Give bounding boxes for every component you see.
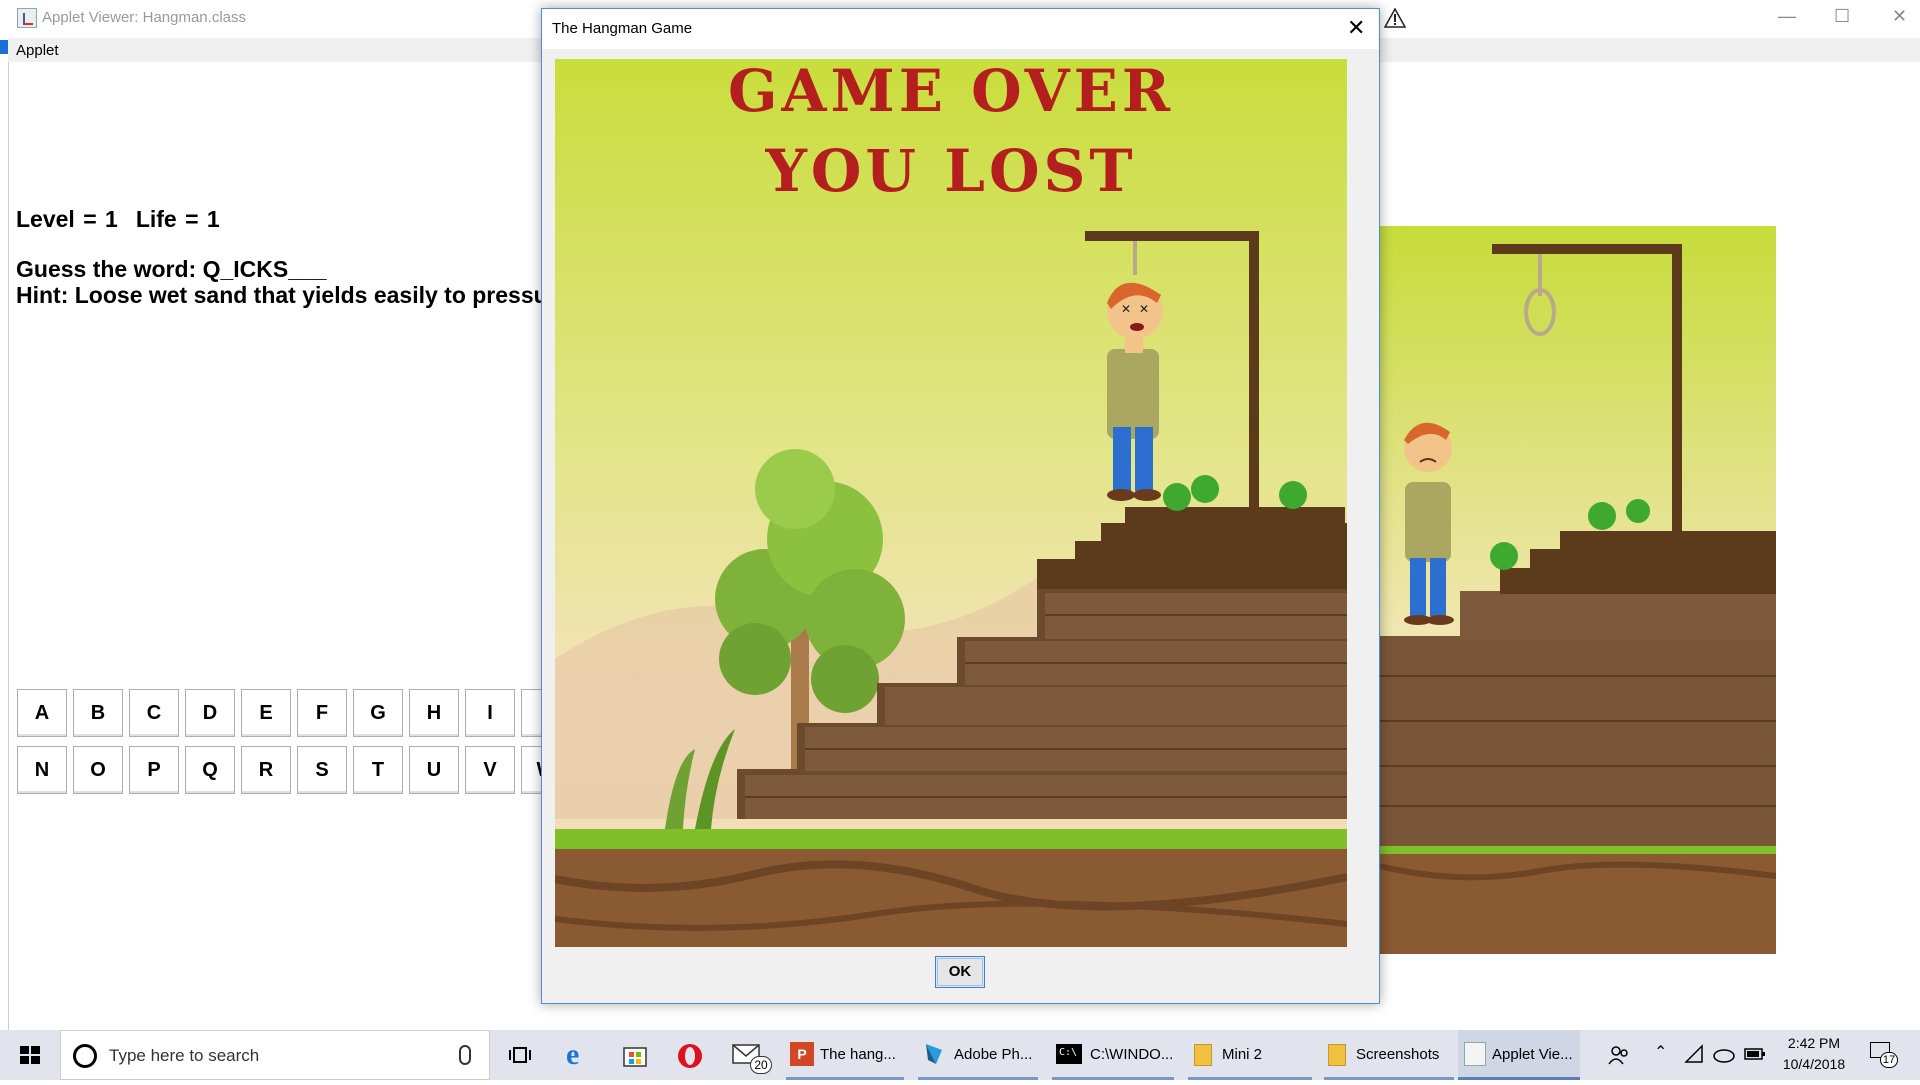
taskbar-app-mini2[interactable]: Mini 2 xyxy=(1188,1030,1312,1080)
taskbar-app-photoshop[interactable]: Adobe Ph... xyxy=(918,1030,1038,1080)
windows-logo-icon xyxy=(20,1046,40,1064)
folder-icon xyxy=(1194,1044,1212,1066)
key-s[interactable]: S xyxy=(297,746,347,794)
onedrive-cloud-icon[interactable] xyxy=(1712,1044,1736,1064)
key-c[interactable]: C xyxy=(129,689,179,737)
search-placeholder: Type here to search xyxy=(109,1046,260,1065)
store-icon[interactable] xyxy=(622,1042,648,1068)
action-center-button[interactable]: 17 xyxy=(1870,1042,1898,1068)
taskbar-app-powerpoint[interactable]: P The hang... xyxy=(786,1030,904,1080)
ok-button[interactable]: OK xyxy=(935,956,985,988)
edge-browser-icon[interactable]: e xyxy=(566,1038,579,1072)
applet-border xyxy=(8,62,9,1030)
notification-count: 17 xyxy=(1880,1052,1898,1068)
taskbar-app-label: Screenshots xyxy=(1356,1046,1440,1063)
key-d[interactable]: D xyxy=(185,689,235,737)
start-button[interactable] xyxy=(0,1030,60,1080)
taskbar-search-box[interactable]: Type here to search xyxy=(60,1030,490,1080)
microphone-icon[interactable] xyxy=(459,1045,471,1065)
key-q[interactable]: Q xyxy=(185,746,235,794)
key-v[interactable]: V xyxy=(465,746,515,794)
key-b[interactable]: B xyxy=(73,689,123,737)
key-t[interactable]: T xyxy=(353,746,403,794)
window-edge-marker xyxy=(0,40,8,54)
warning-icon xyxy=(1384,8,1406,28)
taskbar-app-label: C:\WINDO... xyxy=(1090,1046,1174,1063)
close-button[interactable]: ✕ xyxy=(1892,6,1907,27)
key-h[interactable]: H xyxy=(409,689,459,737)
life-label: Life = 1 xyxy=(135,206,220,232)
key-g[interactable]: G xyxy=(353,689,403,737)
powerpoint-icon: P xyxy=(790,1042,814,1066)
cortana-icon xyxy=(73,1044,97,1068)
you-lost-message: YOU LOST xyxy=(764,137,1136,205)
taskbar-app-label: Mini 2 xyxy=(1222,1046,1263,1063)
guess-word-label: Guess the word: Q_ICKS___ xyxy=(16,256,327,282)
dialog-titlebar[interactable]: The Hangman Game ✕ xyxy=(542,9,1379,49)
key-f[interactable]: F xyxy=(297,689,347,737)
game-over-image: ✕ ✕ GAME OVER YOU LOST xyxy=(555,59,1347,947)
mail-app[interactable]: 20 xyxy=(732,1040,772,1076)
opera-icon[interactable] xyxy=(676,1042,704,1070)
game-over-message: GAME OVER xyxy=(728,59,1174,125)
hint-label: Hint: Loose wet sand that yields easily … xyxy=(16,282,548,308)
taskbar-app-label: Applet Vie... xyxy=(1492,1046,1573,1063)
svg-text:✕: ✕ xyxy=(1139,302,1149,316)
photoshop-icon xyxy=(926,1044,942,1064)
background-game-scene xyxy=(1380,226,1776,954)
clock-date[interactable]: 10/4/2018 xyxy=(1774,1056,1854,1072)
level-life-status: Level = 1 Life = 1 xyxy=(16,206,220,233)
key-u[interactable]: U xyxy=(409,746,459,794)
maximize-button[interactable]: ☐ xyxy=(1834,6,1850,27)
key-i[interactable]: I xyxy=(465,689,515,737)
key-n[interactable]: N xyxy=(17,746,67,794)
level-label: Level = 1 xyxy=(16,206,118,232)
key-r[interactable]: R xyxy=(241,746,291,794)
java-applet-icon xyxy=(17,8,37,28)
key-a[interactable]: A xyxy=(17,689,67,737)
menu-applet[interactable]: Applet xyxy=(16,42,59,59)
hangman-dialog: The Hangman Game ✕ ✕ ✕ GAME OVER YOU LOS… xyxy=(541,8,1380,1004)
folder-icon xyxy=(1328,1044,1346,1066)
battery-icon[interactable] xyxy=(1744,1046,1766,1062)
key-p[interactable]: P xyxy=(129,746,179,794)
taskbar: Type here to search e 20 P The hang... A… xyxy=(0,1030,1920,1080)
people-icon[interactable] xyxy=(1608,1044,1630,1066)
taskbar-app-screenshots[interactable]: Screenshots xyxy=(1324,1030,1454,1080)
svg-text:✕: ✕ xyxy=(1121,302,1131,316)
clock-time[interactable]: 2:42 PM xyxy=(1784,1035,1844,1051)
key-e[interactable]: E xyxy=(241,689,291,737)
taskbar-app-cmd[interactable]: C:\ C:\WINDO... xyxy=(1052,1030,1174,1080)
key-o[interactable]: O xyxy=(73,746,123,794)
dialog-close-button[interactable]: ✕ xyxy=(1347,15,1365,41)
applet-window-title: Applet Viewer: Hangman.class xyxy=(42,9,246,26)
java-icon xyxy=(1464,1042,1486,1066)
mail-badge: 20 xyxy=(750,1056,772,1074)
taskbar-app-label: The hang... xyxy=(820,1046,896,1063)
show-hidden-icons-chevron-icon[interactable]: ⌃ xyxy=(1654,1042,1667,1062)
taskbar-app-label: Adobe Ph... xyxy=(954,1046,1033,1063)
wifi-icon[interactable] xyxy=(1684,1044,1704,1064)
minimize-button[interactable]: — xyxy=(1778,6,1796,27)
task-view-icon[interactable] xyxy=(508,1044,532,1066)
dialog-title: The Hangman Game xyxy=(552,20,693,37)
cmd-icon: C:\ xyxy=(1056,1044,1082,1064)
taskbar-app-applet-viewer[interactable]: Applet Vie... xyxy=(1458,1030,1580,1080)
